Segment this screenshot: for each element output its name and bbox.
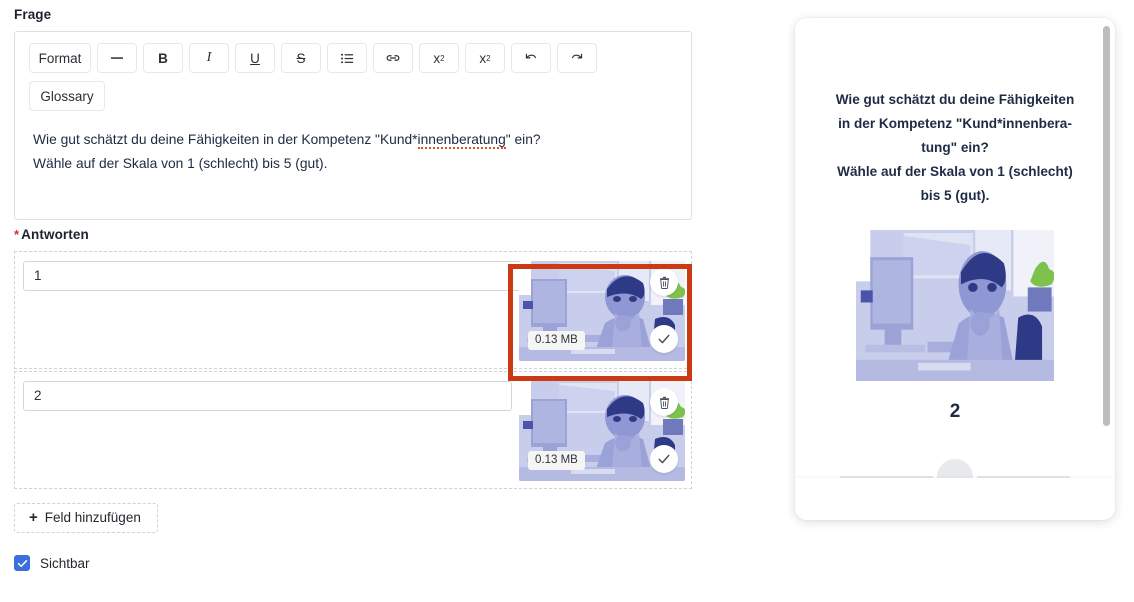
editor-content[interactable]: Wie gut schätzt du deine Fähigkeiten in …	[15, 114, 691, 176]
table-row[interactable]: 2 0.13 MB	[14, 371, 692, 489]
bold-glyph: B	[158, 50, 168, 66]
strikethrough-glyph: S	[296, 50, 306, 66]
editor-text-after: " ein?	[505, 132, 541, 147]
answer-value-input[interactable]: 1	[23, 261, 523, 291]
undo-glyph	[525, 53, 536, 59]
subscript-base: x	[479, 50, 487, 66]
link-glyph	[386, 55, 400, 61]
add-field-button-label: Feld hinzufügen	[44, 510, 141, 525]
preview-question-line-2: in der Kompetenz "Kund*innenbera-	[838, 116, 1072, 131]
glossary-button[interactable]: Glossary	[29, 81, 105, 111]
italic-glyph: I	[206, 50, 212, 65]
file-size-badge: 0.13 MB	[528, 331, 585, 350]
preview-question-text: Wie gut schätzt du deine Fähigkeiten in …	[821, 88, 1089, 208]
form-column: Frage Format B I U S x 2 x 2 Glossary Wi…	[14, 0, 694, 571]
preview-footer	[795, 478, 1115, 520]
antworten-label: * Antworten	[14, 220, 694, 251]
horizontal-rule-glyph	[111, 57, 123, 59]
visibility-row[interactable]: Sichtbar	[14, 555, 694, 571]
editor-paragraph-2: Wähle auf der Skala von 1 (schlecht) bis…	[33, 156, 328, 171]
sichtbar-checkbox[interactable]	[14, 555, 30, 571]
strikethrough-icon[interactable]: S	[281, 43, 321, 73]
redo-icon[interactable]	[557, 43, 597, 73]
preview-question-line-5: bis 5 (gut).	[920, 188, 990, 203]
answer-image-thumbnail[interactable]: 0.13 MB	[519, 261, 685, 361]
preview-content: Wie gut schätzt du deine Fähigkeiten in …	[795, 18, 1115, 520]
delete-image-button[interactable]	[650, 268, 678, 296]
redo-glyph	[572, 53, 583, 59]
superscript-exponent: 2	[440, 53, 445, 63]
table-row[interactable]: 1 0.13 MB	[14, 251, 692, 369]
preview-question-line-1: Wie gut schätzt du deine Fähigkeiten	[835, 92, 1075, 107]
office-worker-illustration	[856, 230, 1054, 381]
frage-label: Frage	[14, 7, 52, 22]
sichtbar-label: Sichtbar	[40, 555, 90, 571]
required-asterisk: *	[14, 227, 20, 242]
link-icon[interactable]	[373, 43, 413, 73]
plus-icon: +	[29, 509, 38, 526]
confirm-image-button[interactable]	[650, 325, 678, 353]
answer-image-thumbnail[interactable]: 0.13 MB	[519, 381, 685, 481]
trash-icon	[659, 276, 669, 289]
antworten-label-text: Antworten	[21, 227, 89, 242]
editor-toolbar: Format B I U S x 2 x 2 Glossary	[15, 32, 691, 114]
checkmark-icon	[17, 559, 27, 567]
format-button-label: Format	[38, 50, 82, 66]
format-button[interactable]: Format	[29, 43, 91, 73]
answer-value-input[interactable]: 2	[23, 381, 512, 411]
check-icon	[658, 454, 670, 464]
preview-image	[856, 230, 1054, 381]
underline-icon[interactable]: U	[235, 43, 275, 73]
superscript-icon[interactable]: x2	[419, 43, 459, 73]
bullet-list-icon[interactable]	[327, 43, 367, 73]
subscript-icon[interactable]: x2	[465, 43, 505, 73]
editor-text-before: Wie gut schätzt du deine Fähigkeiten in …	[33, 132, 418, 147]
horizontal-rule-icon[interactable]	[97, 43, 137, 73]
confirm-image-button[interactable]	[650, 445, 678, 473]
delete-image-button[interactable]	[650, 388, 678, 416]
preview-question-line-3: tung" ein?	[921, 140, 989, 155]
check-icon	[658, 334, 670, 344]
editor-paragraph-1: Wie gut schätzt du deine Fähigkeiten in …	[33, 128, 673, 152]
add-field-button[interactable]: + Feld hinzufügen	[14, 503, 158, 533]
preview-question-line-4: Wähle auf der Skala von 1 (schlecht)	[837, 164, 1073, 179]
superscript-base: x	[433, 50, 441, 66]
preview-panel: Wie gut schätzt du deine Fähigkeiten in …	[795, 18, 1115, 520]
undo-icon[interactable]	[511, 43, 551, 73]
bullet-list-glyph	[340, 53, 353, 63]
rich-text-editor[interactable]: Format B I U S x 2 x 2 Glossary Wie gut …	[14, 31, 692, 220]
italic-icon[interactable]: I	[189, 43, 229, 73]
glossary-button-label: Glossary	[40, 88, 94, 104]
subscript-index: 2	[486, 53, 491, 63]
page-root: Frage Format B I U S x 2 x 2 Glossary Wi…	[0, 0, 1134, 602]
preview-scrollbar[interactable]	[1103, 26, 1110, 426]
bold-icon[interactable]: B	[143, 43, 183, 73]
underline-glyph: U	[250, 50, 260, 66]
spellcheck-underlined-word: innenberatung	[417, 132, 506, 149]
trash-icon	[659, 396, 669, 409]
preview-selected-value: 2	[949, 401, 961, 422]
file-size-badge: 0.13 MB	[528, 451, 585, 470]
